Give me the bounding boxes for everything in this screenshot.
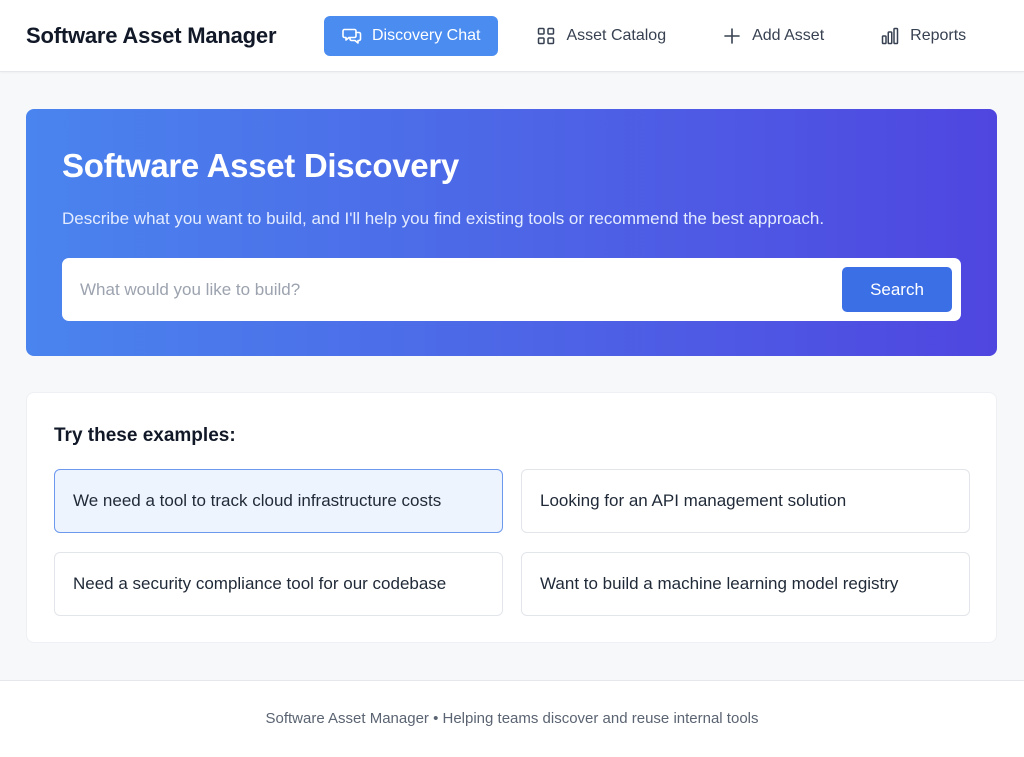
example-item[interactable]: Need a security compliance tool for our …: [54, 552, 503, 616]
page-footer: Software Asset Manager • Helping teams d…: [0, 680, 1024, 757]
nav-label: Reports: [910, 26, 967, 44]
app-title: Software Asset Manager: [26, 22, 277, 48]
discovery-hero: Software Asset Discovery Describe what y…: [26, 109, 997, 356]
example-item[interactable]: Looking for an API management solution: [521, 469, 970, 533]
grid-icon: [536, 26, 556, 46]
plus-icon: [722, 26, 742, 46]
hero-title: Software Asset Discovery: [62, 147, 459, 184]
chat-icon: [342, 26, 362, 46]
hero-subtitle: Describe what you want to build, and I'l…: [62, 209, 825, 228]
nav-discovery-chat[interactable]: Discovery Chat: [324, 15, 499, 56]
search-input[interactable]: [80, 279, 842, 300]
search-box: Search: [62, 258, 961, 321]
example-item[interactable]: We need a tool to track cloud infrastruc…: [54, 469, 503, 533]
examples-card: Try these examples: We need a tool to tr…: [26, 392, 997, 643]
nav-label: Add Asset: [752, 26, 825, 44]
nav-add-asset[interactable]: Add Asset: [704, 16, 842, 56]
examples-title: Try these examples:: [54, 425, 236, 446]
main-nav: Discovery Chat Asset Catalog Add Asset R…: [324, 15, 1004, 56]
nav-reports[interactable]: Reports: [862, 16, 984, 56]
nav-label: Discovery Chat: [372, 26, 481, 44]
bar-chart-icon: [880, 26, 900, 46]
example-item[interactable]: Want to build a machine learning model r…: [521, 552, 970, 616]
search-button[interactable]: Search: [842, 267, 952, 312]
nav-asset-catalog[interactable]: Asset Catalog: [518, 16, 684, 56]
app-header: Software Asset Manager Discovery Chat As: [0, 0, 1024, 72]
footer-text: Software Asset Manager • Helping teams d…: [265, 709, 759, 727]
nav-label: Asset Catalog: [566, 26, 667, 44]
examples-grid: We need a tool to track cloud infrastruc…: [54, 469, 970, 616]
